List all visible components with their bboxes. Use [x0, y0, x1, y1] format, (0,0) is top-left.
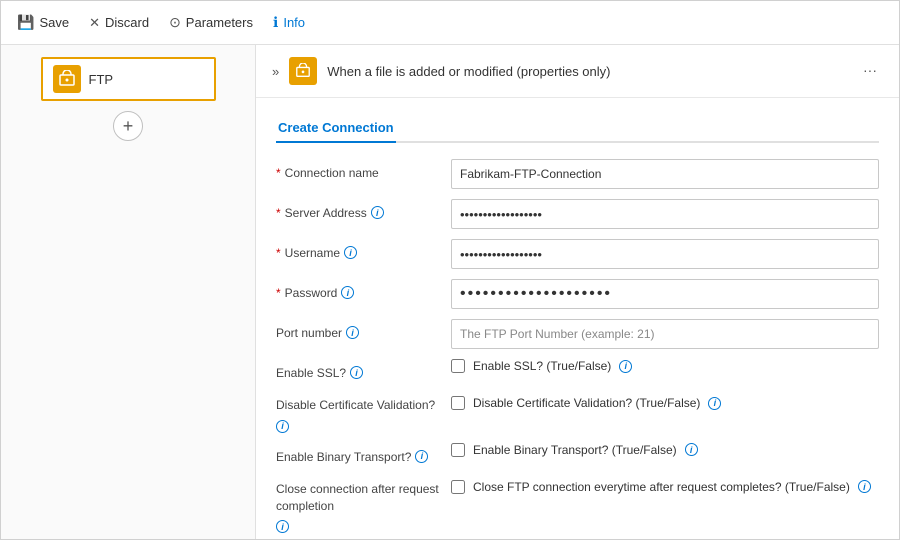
- password-info-icon[interactable]: i: [341, 286, 354, 299]
- disable-cert-checkbox[interactable]: [451, 396, 465, 410]
- form-container: Create Connection * Connection name: [256, 98, 899, 539]
- server-address-label: * Server Address i: [276, 199, 451, 220]
- connection-name-label: * Connection name: [276, 159, 451, 180]
- enable-binary-row: Enable Binary Transport? i Enable Binary…: [276, 443, 879, 464]
- required-star: *: [276, 166, 281, 180]
- server-address-info-icon[interactable]: i: [371, 206, 384, 219]
- connection-name-row: * Connection name: [276, 159, 879, 189]
- server-address-row: * Server Address i: [276, 199, 879, 229]
- password-input[interactable]: [451, 279, 879, 309]
- port-info-icon[interactable]: i: [346, 326, 359, 339]
- binary-info-icon[interactable]: i: [415, 450, 428, 463]
- server-address-input[interactable]: [451, 199, 879, 229]
- username-field: [451, 239, 879, 269]
- parameters-label: Parameters: [186, 15, 253, 30]
- action-header: When a file is added or modified (proper…: [256, 45, 899, 98]
- close-conn-checkbox[interactable]: [451, 480, 465, 494]
- username-row: * Username i: [276, 239, 879, 269]
- ssl-checkbox-info-icon[interactable]: i: [619, 360, 632, 373]
- info-button[interactable]: Info: [273, 14, 305, 31]
- close-conn-label: Close connection after request completio…: [276, 474, 451, 534]
- disable-cert-checkbox-label: Disable Certificate Validation? (True/Fa…: [473, 396, 700, 410]
- enable-binary-field: Enable Binary Transport? (True/False) i: [451, 443, 879, 457]
- info-icon: [273, 14, 278, 31]
- close-conn-checkbox-info-icon[interactable]: i: [858, 480, 871, 493]
- close-conn-row: Close connection after request completio…: [276, 474, 879, 534]
- save-icon: [17, 14, 34, 31]
- right-panel: When a file is added or modified (proper…: [256, 45, 899, 539]
- username-info-icon[interactable]: i: [344, 246, 357, 259]
- left-panel: FTP: [1, 45, 256, 539]
- connection-name-input[interactable]: [451, 159, 879, 189]
- ssl-info-icon[interactable]: i: [350, 366, 363, 379]
- enable-binary-label: Enable Binary Transport? i: [276, 443, 451, 464]
- ftp-label: FTP: [89, 72, 114, 87]
- close-conn-field: Close FTP connection everytime after req…: [451, 474, 879, 494]
- toolbar: Save Discard Parameters Info: [1, 1, 899, 45]
- required-star-3: *: [276, 246, 281, 260]
- enable-ssl-checkbox[interactable]: [451, 359, 465, 373]
- save-button[interactable]: Save: [17, 14, 69, 31]
- tab-create-connection[interactable]: Create Connection: [276, 114, 396, 143]
- collapse-icon[interactable]: [272, 64, 279, 79]
- enable-ssl-row: Enable SSL? i Enable SSL? (True/False) i: [276, 359, 879, 380]
- close-conn-info-icon[interactable]: i: [276, 520, 289, 533]
- binary-checkbox-info-icon[interactable]: i: [685, 443, 698, 456]
- enable-binary-checkbox-label: Enable Binary Transport? (True/False): [473, 443, 677, 457]
- required-star-2: *: [276, 206, 281, 220]
- enable-ssl-label: Enable SSL? i: [276, 359, 451, 380]
- enable-ssl-checkbox-label: Enable SSL? (True/False): [473, 359, 611, 373]
- main-content: FTP When a file is added or modified (pr…: [1, 45, 899, 539]
- info-label: Info: [283, 15, 305, 30]
- ftp-node[interactable]: FTP: [41, 57, 216, 101]
- password-label: * Password i: [276, 279, 451, 300]
- disable-cert-label: Disable Certificate Validation? i: [276, 390, 451, 433]
- enable-binary-checkbox[interactable]: [451, 443, 465, 457]
- port-number-input[interactable]: [451, 319, 879, 349]
- port-number-label: Port number i: [276, 319, 451, 340]
- action-title: When a file is added or modified (proper…: [327, 64, 847, 79]
- password-field: [451, 279, 879, 309]
- close-conn-checkbox-label: Close FTP connection everytime after req…: [473, 480, 850, 494]
- action-icon: [289, 57, 317, 85]
- more-options-button[interactable]: [857, 60, 883, 82]
- required-star-4: *: [276, 286, 281, 300]
- cert-info-icon[interactable]: i: [276, 420, 289, 433]
- port-number-field: [451, 319, 879, 349]
- parameters-button[interactable]: Parameters: [169, 14, 253, 31]
- ftp-icon: [53, 65, 81, 93]
- discard-button[interactable]: Discard: [89, 15, 149, 31]
- port-number-row: Port number i: [276, 319, 879, 349]
- parameters-icon: [169, 14, 181, 31]
- disable-cert-row: Disable Certificate Validation? i Disabl…: [276, 390, 879, 433]
- plus-icon: [123, 116, 134, 137]
- username-label: * Username i: [276, 239, 451, 260]
- username-input[interactable]: [451, 239, 879, 269]
- enable-ssl-field: Enable SSL? (True/False) i: [451, 359, 879, 373]
- password-row: * Password i: [276, 279, 879, 309]
- discard-label: Discard: [105, 15, 149, 30]
- cert-checkbox-info-icon[interactable]: i: [708, 397, 721, 410]
- tab-bar: Create Connection: [276, 114, 879, 143]
- server-address-field: [451, 199, 879, 229]
- save-label: Save: [39, 15, 69, 30]
- add-step-button[interactable]: [113, 111, 143, 141]
- connection-name-field: [451, 159, 879, 189]
- discard-icon: [89, 15, 100, 31]
- disable-cert-field: Disable Certificate Validation? (True/Fa…: [451, 390, 879, 410]
